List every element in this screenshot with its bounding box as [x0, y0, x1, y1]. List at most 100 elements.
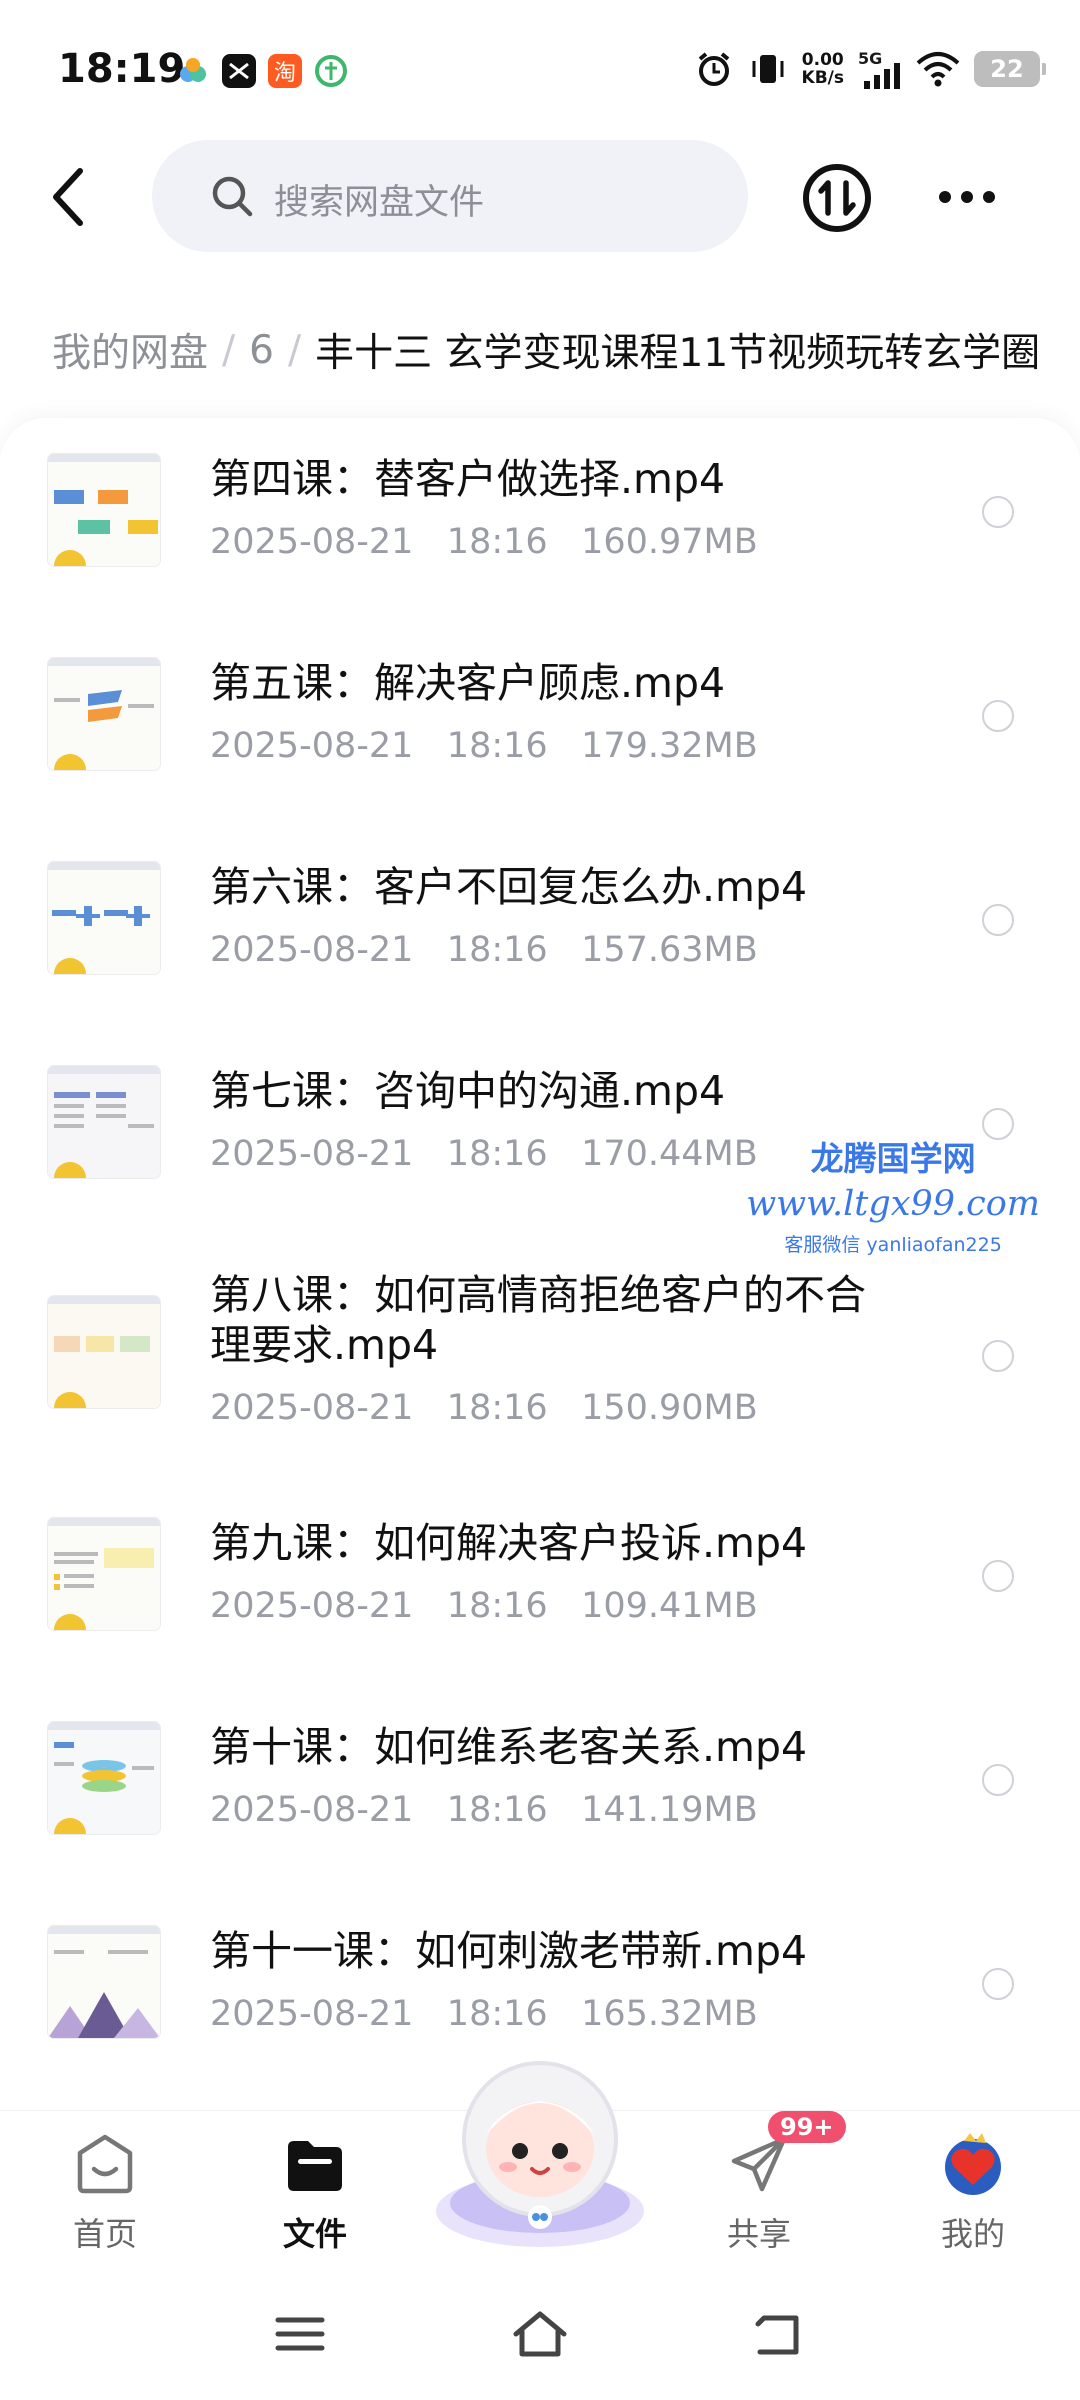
file-size: 157.63MB: [581, 930, 758, 970]
status-bar: 18:19 淘 0.00 KB/s 5G 22: [0, 0, 1080, 140]
watermark: 龙腾国学网 www.ltgx99.com 客服微信 yanliaofan225: [746, 1132, 1040, 1257]
svg-text:淘: 淘: [274, 61, 296, 86]
select-radio[interactable]: [982, 1340, 1014, 1372]
search-placeholder: 搜索网盘文件: [274, 183, 485, 223]
file-time: 18:16: [446, 1134, 548, 1174]
system-nav-bar: [0, 2270, 1080, 2400]
tab-me[interactable]: 我的: [898, 2111, 1048, 2261]
chevron-left-icon: [53, 168, 83, 226]
breadcrumb: 我的网盘 / 6 / 丰十三 玄学变现课程11节视频玩转玄学圈: [52, 322, 1080, 382]
file-time: 18:16: [446, 930, 548, 970]
tab-share[interactable]: 99+ 共享: [684, 2111, 846, 2261]
more-options-button[interactable]: [932, 182, 1002, 212]
tab-me-label: 我的: [940, 2215, 1005, 2253]
file-date: 2025-08-21: [210, 930, 414, 970]
watermark-contact: 客服微信 yanliaofan225: [784, 1234, 1002, 1256]
mascot-icon: [436, 2061, 644, 2247]
network-speed-unit: KB/s: [801, 68, 844, 88]
file-date: 2025-08-21: [210, 726, 414, 766]
back-arrow-icon: [755, 2315, 799, 2355]
tab-files-label: 文件: [282, 2215, 347, 2253]
file-time: 18:16: [446, 522, 548, 562]
file-name: 第九课：如何解决客户投诉.mp4: [210, 1519, 808, 1567]
menu-icon: [275, 2317, 325, 2351]
select-radio[interactable]: [982, 1968, 1014, 2000]
file-date: 2025-08-21: [210, 1586, 414, 1626]
video-thumbnail: [48, 1296, 160, 1408]
wifi-icon: [916, 52, 960, 87]
video-thumbnail: [48, 1518, 160, 1630]
ai-assistant-button[interactable]: [428, 2051, 652, 2251]
video-thumbnail: [48, 454, 160, 566]
file-name: 第十课：如何维系老客关系.mp4: [210, 1723, 808, 1771]
file-name: 第五课：解决客户顾虑.mp4: [210, 659, 726, 707]
select-radio[interactable]: [982, 904, 1014, 936]
folder-icon: [288, 2141, 342, 2191]
select-radio[interactable]: [982, 700, 1014, 732]
status-indicators: 0.00 KB/s 5G 22: [694, 44, 1046, 94]
more-dot-icon: [961, 191, 973, 203]
screen: 18:19 淘 0.00 KB/s 5G 22 搜索网盘文件 我的网盘 / 6 …: [0, 0, 1080, 2400]
cellular-signal-icon: 5G: [858, 49, 902, 89]
breadcrumb-root[interactable]: 我的网盘: [52, 322, 208, 378]
more-dot-icon: [983, 191, 995, 203]
file-meta: 2025-08-21 18:16 109.41MB: [210, 1586, 758, 1626]
home-icon: [77, 2134, 133, 2194]
file-name: 第六课：客户不回复怎么办.mp4: [210, 863, 808, 911]
recent-apps-button[interactable]: [270, 2308, 330, 2360]
file-meta: 2025-08-21 18:16 170.44MB: [210, 1134, 758, 1174]
tab-home-label: 首页: [72, 2215, 137, 2253]
network-speed: 0.00 KB/s: [802, 51, 844, 87]
tab-share-label: 共享: [726, 2215, 791, 2253]
app-notification-icon: [176, 54, 210, 88]
breadcrumb-separator: /: [287, 327, 302, 373]
video-thumbnail: [48, 1066, 160, 1178]
file-size: 165.32MB: [581, 1994, 758, 2034]
file-meta: 2025-08-21 18:16 160.97MB: [210, 522, 758, 562]
bottom-tab-bar: 首页 文件 99+ 共享 我的: [0, 2061, 1080, 2261]
capcut-icon: [222, 54, 256, 88]
file-date: 2025-08-21: [210, 1134, 414, 1174]
file-size: 170.44MB: [581, 1134, 758, 1174]
file-date: 2025-08-21: [210, 522, 414, 562]
video-thumbnail: [48, 1722, 160, 1834]
app-green-icon: [314, 54, 348, 88]
taobao-icon: 淘: [268, 54, 302, 88]
file-size: 150.90MB: [581, 1388, 758, 1428]
watermark-title: 龙腾国学网: [810, 1139, 976, 1178]
alarm-icon: [698, 52, 729, 86]
search-input[interactable]: 搜索网盘文件: [152, 140, 748, 252]
file-meta: 2025-08-21 18:16 157.63MB: [210, 930, 758, 970]
select-radio[interactable]: [982, 1560, 1014, 1592]
file-meta: 2025-08-21 18:16 141.19MB: [210, 1790, 758, 1830]
file-list: 第四课：替客户做选择.mp4 2025-08-21 18:16 160.97MB…: [0, 418, 1080, 2110]
watermark-url: www.ltgx99.com: [746, 1184, 1040, 1224]
select-radio[interactable]: [982, 496, 1014, 528]
file-name: 第十一课：如何刺激老带新.mp4: [210, 1927, 808, 1975]
file-meta: 2025-08-21 18:16 150.90MB: [210, 1388, 758, 1428]
search-icon: [212, 176, 253, 217]
vibrate-icon: [752, 55, 784, 83]
back-nav-button[interactable]: [750, 2308, 810, 2360]
file-date: 2025-08-21: [210, 1790, 414, 1830]
tab-files[interactable]: 文件: [240, 2111, 390, 2261]
breadcrumb-level[interactable]: 6: [249, 328, 274, 373]
home-outline-icon: [513, 2311, 567, 2357]
home-nav-button[interactable]: [510, 2308, 570, 2360]
video-thumbnail: [48, 1926, 160, 2038]
transfer-icon: [803, 164, 871, 232]
tab-home[interactable]: 首页: [30, 2111, 180, 2261]
file-meta: 2025-08-21 18:16 179.32MB: [210, 726, 758, 766]
file-name: 第四课：替客户做选择.mp4: [210, 455, 726, 503]
transfer-list-button[interactable]: [802, 163, 872, 233]
notification-badge: 99+: [768, 2111, 846, 2143]
breadcrumb-separator: /: [222, 327, 236, 373]
select-radio[interactable]: [982, 1764, 1014, 1796]
file-time: 18:16: [446, 726, 548, 766]
file-time: 18:16: [446, 1388, 548, 1428]
back-button[interactable]: [44, 165, 96, 229]
file-time: 18:16: [446, 1790, 548, 1830]
file-size: 179.32MB: [581, 726, 758, 766]
file-size: 141.19MB: [581, 1790, 758, 1830]
file-size: 160.97MB: [581, 522, 758, 562]
